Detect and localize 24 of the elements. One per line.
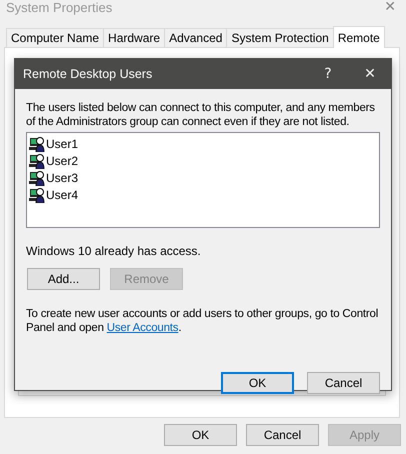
user-name[interactable]: User1 xyxy=(46,136,78,150)
help-button[interactable]: ? xyxy=(307,59,349,89)
user-name[interactable]: User2 xyxy=(46,154,78,168)
user-computer-icon xyxy=(29,136,45,152)
user-name[interactable]: User3 xyxy=(46,170,78,184)
close-button[interactable]: ✕ xyxy=(349,59,391,89)
tab[interactable]: Computer Name xyxy=(6,28,104,47)
user-computer-icon xyxy=(29,186,45,202)
user-accounts-link[interactable]: User Accounts xyxy=(106,322,178,334)
user-computer-icon xyxy=(29,152,45,168)
add-button[interactable]: Add... xyxy=(27,268,100,290)
ok-button[interactable]: OK xyxy=(221,372,294,394)
cancel-button[interactable]: Cancel xyxy=(307,372,380,394)
user-name[interactable]: User4 xyxy=(46,188,78,202)
window-title: System Properties xyxy=(6,0,112,14)
user-computer-icon xyxy=(29,170,45,186)
access-note: Windows 10 already has access. xyxy=(26,244,202,258)
ok-button[interactable]: OK xyxy=(164,424,237,446)
tab[interactable]: System Protection xyxy=(226,28,334,47)
instructions-text: To create new user accounts or add users to other groups, go to Control Panel and open User Accounts. xyxy=(26,307,380,335)
dialog-title: Remote Desktop Users xyxy=(23,67,152,81)
cancel-button[interactable]: Cancel xyxy=(246,424,319,446)
tab[interactable]: Remote xyxy=(332,26,385,48)
description-text: The users listed below can connect to this computer, and any members of the Administrators group can connect even if they are not listed. xyxy=(26,101,376,129)
